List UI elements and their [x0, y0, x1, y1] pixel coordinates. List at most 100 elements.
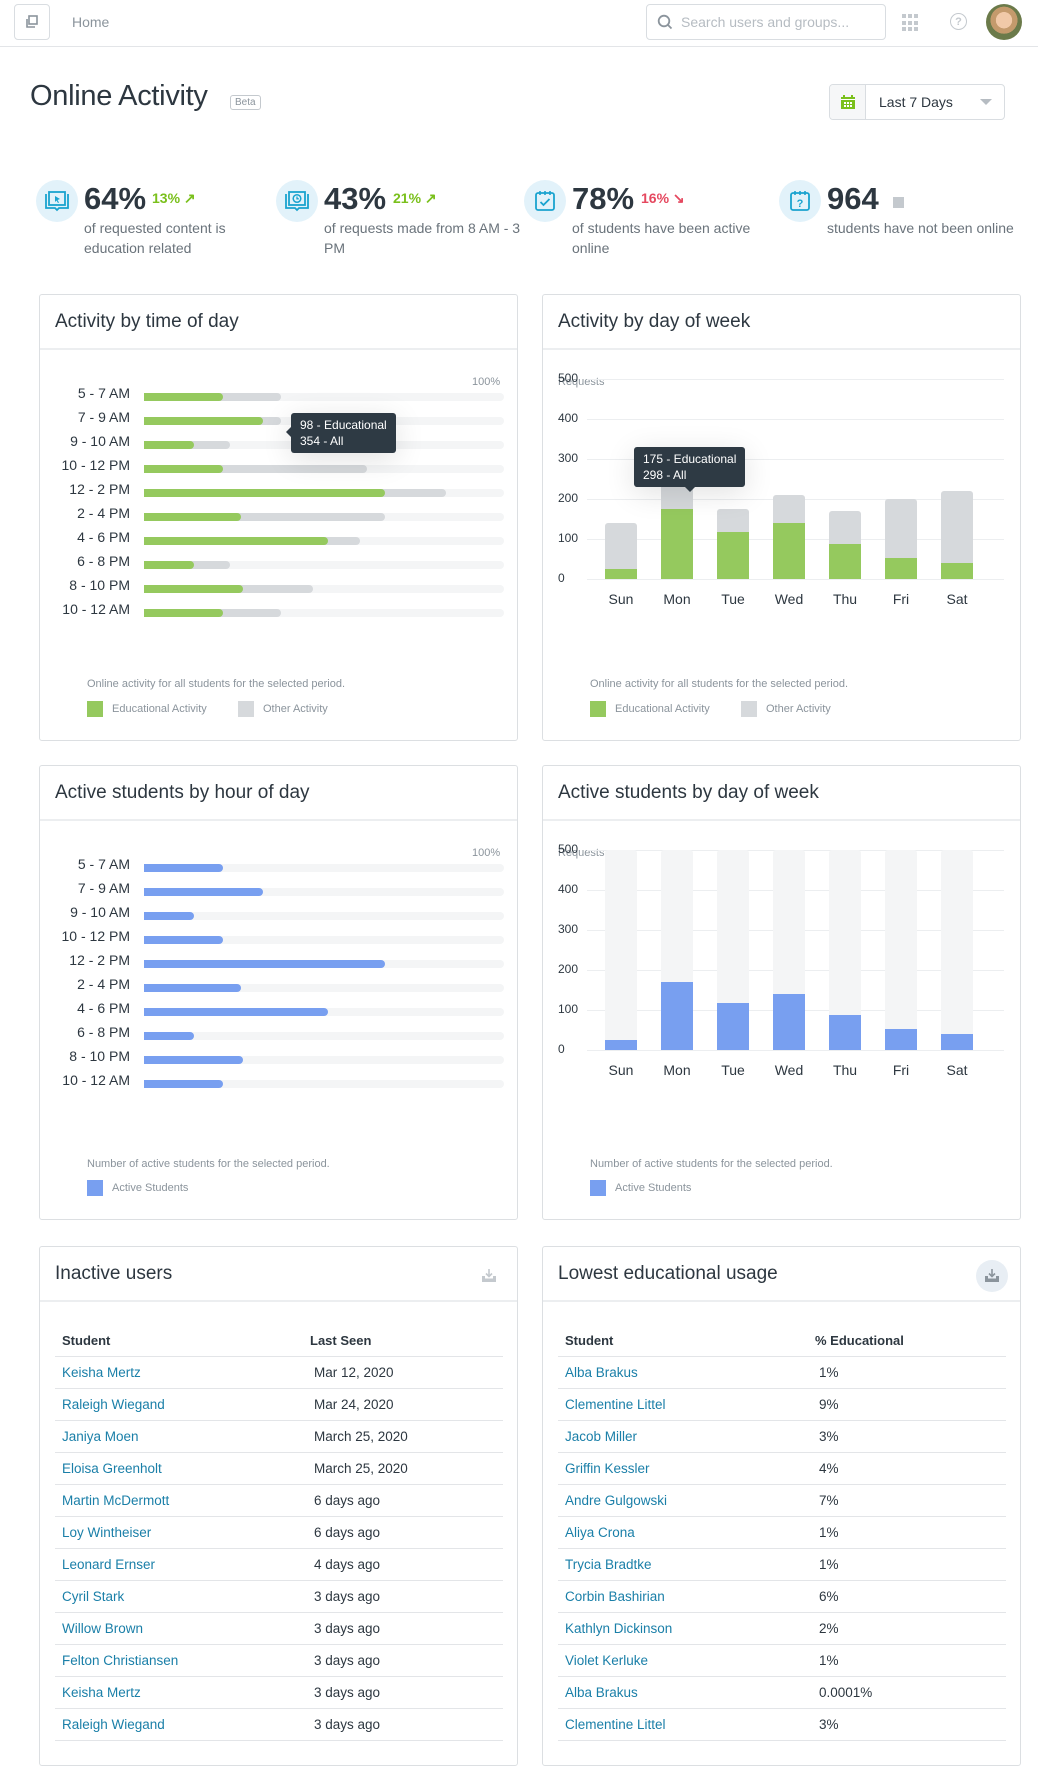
bar-active-students[interactable] — [144, 1032, 195, 1040]
bar-educational-activity[interactable] — [144, 417, 263, 425]
bar-educational-activity[interactable] — [144, 393, 224, 401]
bar-active-students[interactable] — [144, 1056, 243, 1064]
calendar-icon — [830, 85, 866, 119]
stat-delta: 13% ↗ — [152, 190, 196, 206]
student-link[interactable]: Keisha Mertz — [62, 1685, 141, 1700]
bar-active-students[interactable] — [773, 994, 805, 1050]
bar-educational-activity[interactable] — [885, 558, 917, 579]
bar-educational-activity[interactable] — [144, 537, 328, 545]
student-link[interactable]: Leonard Ernser — [62, 1557, 155, 1572]
bar-educational-activity[interactable] — [144, 489, 386, 497]
student-link[interactable]: Aliya Crona — [565, 1525, 635, 1540]
bar-active-students[interactable] — [144, 912, 195, 920]
bar-educational-activity[interactable] — [144, 609, 224, 617]
column-header-last-seen[interactable]: Last Seen — [303, 1325, 503, 1357]
stat-description: of requested content is education relate… — [84, 220, 226, 256]
student-link[interactable]: Andre Gulgowski — [565, 1493, 667, 1508]
student-link[interactable]: Alba Brakus — [565, 1685, 638, 1700]
student-link[interactable]: Janiya Moen — [62, 1429, 139, 1444]
student-link[interactable]: Clementine Littel — [565, 1397, 666, 1412]
neutral-trend-icon — [893, 197, 904, 208]
column-header-student[interactable]: Student — [55, 1325, 303, 1357]
x-tick-label: Thu — [832, 1062, 858, 1078]
student-link[interactable]: Eloisa Greenholt — [62, 1461, 162, 1476]
window-toggle-button[interactable] — [14, 4, 50, 40]
bar-educational-activity[interactable] — [941, 563, 973, 579]
row-label: 5 - 7 AM — [77, 385, 130, 401]
table-row: Raleigh Wiegand Mar 24, 2020 — [55, 1388, 503, 1421]
bar-active-students[interactable] — [661, 982, 693, 1050]
download-button[interactable] — [976, 1260, 1008, 1292]
download-button[interactable] — [473, 1260, 505, 1292]
arrow-up-right-icon: ↗ — [183, 190, 196, 206]
bar-educational-activity[interactable] — [605, 569, 637, 579]
bar-educational-activity[interactable] — [144, 561, 195, 569]
student-link[interactable]: Loy Wintheiser — [62, 1525, 151, 1540]
student-link[interactable]: Martin McDermott — [62, 1493, 169, 1508]
student-link[interactable]: Griffin Kessler — [565, 1461, 650, 1476]
student-link[interactable]: Raleigh Wiegand — [62, 1717, 165, 1732]
bar-educational-activity[interactable] — [144, 465, 224, 473]
column-header-student[interactable]: Student — [558, 1325, 808, 1357]
y-tick-label: 500 — [558, 371, 579, 385]
student-link[interactable]: Clementine Littel — [565, 1717, 666, 1732]
bar-active-students[interactable] — [144, 960, 386, 968]
table-row: Clementine Littel 3% — [558, 1708, 1006, 1741]
bar-active-students[interactable] — [144, 1008, 328, 1016]
bar-active-students[interactable] — [144, 888, 263, 896]
bar-educational-activity[interactable] — [717, 532, 749, 579]
last-seen-cell: March 25, 2020 — [303, 1420, 503, 1453]
student-link[interactable]: Trycia Bradtke — [565, 1557, 652, 1572]
inactive-users-table: Student Last Seen Keisha Mertz Mar 12, 20… — [55, 1325, 503, 1741]
stat-delta: 21% ↗ — [393, 190, 437, 206]
bar-active-students[interactable] — [605, 1040, 637, 1050]
x-tick-label: Sat — [946, 1062, 968, 1078]
chart-tooltip: 98 - Educational 354 - All — [286, 413, 396, 453]
bar-active-students[interactable] — [941, 1034, 973, 1050]
student-link[interactable]: Violet Kerluke — [565, 1653, 648, 1668]
svg-text:?: ? — [797, 198, 804, 210]
user-avatar[interactable] — [986, 4, 1022, 40]
search-input[interactable] — [681, 14, 871, 30]
student-cell: Griffin Kessler — [558, 1452, 808, 1485]
student-link[interactable]: Keisha Mertz — [62, 1365, 141, 1380]
bar-educational-activity[interactable] — [773, 523, 805, 579]
row-label: 5 - 7 AM — [77, 856, 130, 872]
search-box[interactable] — [646, 4, 886, 40]
bar-active-students[interactable] — [829, 1015, 861, 1050]
bar-educational-activity[interactable] — [829, 544, 861, 579]
beta-badge: Beta — [230, 95, 261, 110]
y-tick-label: 200 — [558, 962, 579, 976]
bar-active-students[interactable] — [144, 984, 242, 992]
student-link[interactable]: Raleigh Wiegand — [62, 1397, 165, 1412]
column-header-percent-educational[interactable]: % Educational — [808, 1325, 1006, 1357]
date-range-select[interactable]: Last 7 Days — [829, 84, 1005, 120]
apps-grid-icon[interactable] — [902, 14, 920, 32]
percent-educational-cell: 9% — [808, 1388, 1006, 1421]
help-icon[interactable]: ? — [950, 13, 967, 30]
bar-active-students[interactable] — [717, 1003, 749, 1050]
bar-educational-activity[interactable] — [144, 441, 195, 449]
student-link[interactable]: Alba Brakus — [565, 1365, 638, 1380]
student-link[interactable]: Jacob Miller — [565, 1429, 637, 1444]
breadcrumb-home-link[interactable]: Home — [72, 14, 109, 30]
bar-active-students[interactable] — [885, 1029, 917, 1050]
legend-educational: Educational Activity — [87, 701, 207, 717]
student-link[interactable]: Corbin Bashirian — [565, 1589, 665, 1604]
bar-active-students[interactable] — [144, 864, 224, 872]
scale-max-label: 100% — [472, 376, 501, 388]
last-seen-cell: 3 days ago — [303, 1612, 503, 1645]
bar-educational-activity[interactable] — [144, 585, 243, 593]
bar-educational-activity[interactable] — [661, 509, 693, 579]
bar-active-students[interactable] — [144, 936, 224, 944]
student-link[interactable]: Willow Brown — [62, 1621, 143, 1636]
student-cell: Trycia Bradtke — [558, 1548, 808, 1581]
chart-note: Online activity for all students for the… — [590, 678, 849, 690]
student-link[interactable]: Felton Christiansen — [62, 1653, 178, 1668]
student-link[interactable]: Kathlyn Dickinson — [565, 1621, 672, 1636]
y-tick-label: 400 — [558, 882, 579, 896]
bar-active-students[interactable] — [144, 1080, 224, 1088]
student-cell: Jacob Miller — [558, 1420, 808, 1453]
bar-educational-activity[interactable] — [144, 513, 242, 521]
student-link[interactable]: Cyril Stark — [62, 1589, 124, 1604]
